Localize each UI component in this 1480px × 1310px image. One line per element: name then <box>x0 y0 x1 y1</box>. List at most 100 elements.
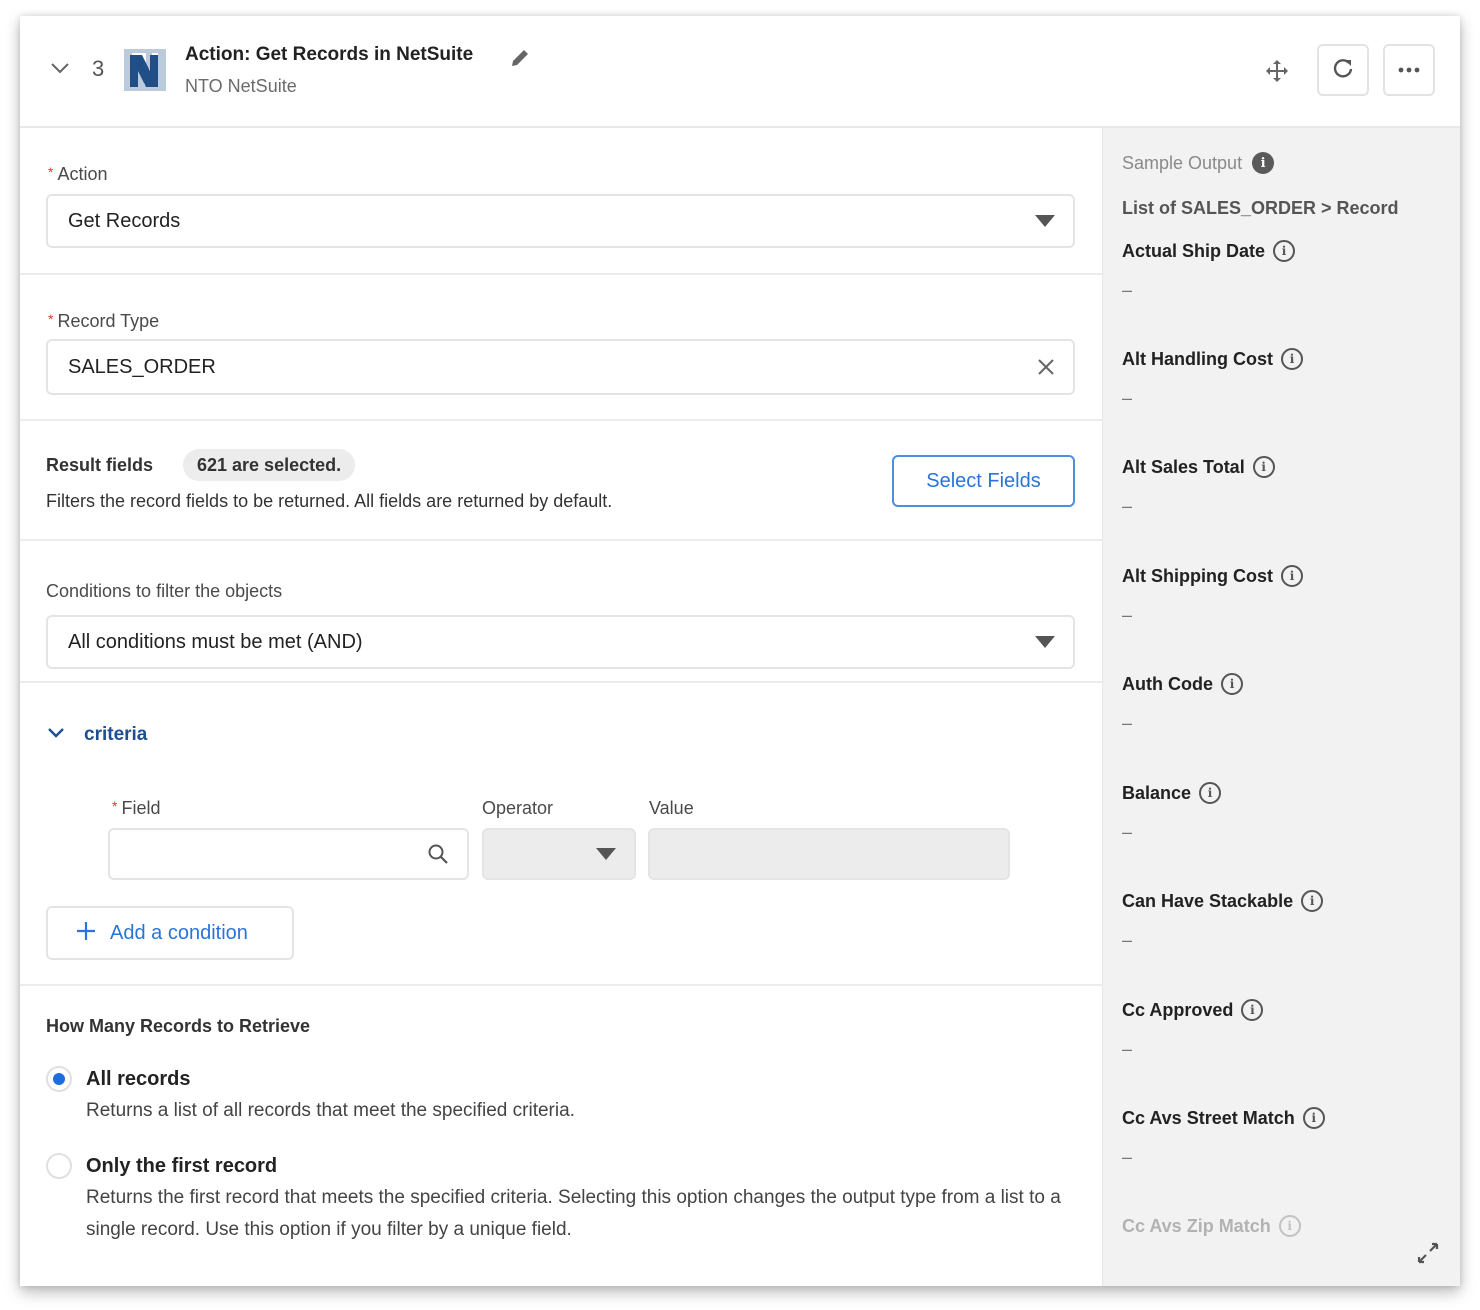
radio-description: Returns a list of all records that meet … <box>86 1100 575 1121</box>
output-field: Cc Avs Zip Match i <box>1122 1215 1442 1237</box>
output-field-value: – <box>1122 496 1133 516</box>
action-label-text: Action <box>57 164 108 184</box>
output-field-value: – <box>1122 605 1133 625</box>
output-field: Alt Shipping Cost i – <box>1122 565 1442 626</box>
radio-first-record[interactable] <box>46 1153 72 1179</box>
output-field-value: – <box>1122 1147 1133 1167</box>
radio-label: All records <box>86 1068 191 1090</box>
add-condition-button[interactable]: Add a condition <box>46 906 294 960</box>
action-select[interactable]: Get Records <box>46 194 1075 248</box>
step-number: 3 <box>92 56 105 81</box>
output-field-name: Cc Avs Street Match <box>1122 1107 1295 1128</box>
action-label: * Action <box>48 164 107 185</box>
config-form: * Action Get Records * Record Type SALES_O… <box>20 128 1102 1286</box>
pencil-icon[interactable] <box>508 46 532 70</box>
more-options-button[interactable] <box>1383 44 1435 96</box>
divider <box>20 984 1102 986</box>
info-icon[interactable]: i <box>1281 348 1303 370</box>
output-field-value: – <box>1122 280 1133 300</box>
output-field: Alt Handling Cost i – <box>1122 348 1442 409</box>
output-field-name: Alt Sales Total <box>1122 456 1245 477</box>
selected-count-badge: 621 are selected. <box>183 449 356 481</box>
result-fields-title: Result fields <box>46 455 154 475</box>
expand-icon[interactable] <box>1415 1240 1441 1266</box>
sample-output-panel: Sample Output i List of SALES_ORDER > Re… <box>1102 128 1460 1286</box>
result-fields-description: Filters the record fields to be returned… <box>46 491 613 511</box>
output-field-value: – <box>1122 1039 1133 1059</box>
required-marker: * <box>48 164 54 180</box>
output-field-name: Auth Code <box>1122 673 1213 694</box>
radio-option-first-record[interactable]: Only the first record Returns the first … <box>46 1153 1066 1246</box>
criteria-label: criteria <box>84 724 148 745</box>
clear-icon[interactable] <box>1037 358 1055 376</box>
radio-option-all-records[interactable]: All records Returns a list of all record… <box>46 1066 1066 1127</box>
field-search-input[interactable] <box>108 828 469 880</box>
info-icon[interactable]: i <box>1301 890 1324 912</box>
output-field-name: Cc Avs Zip Match <box>1122 1215 1271 1236</box>
radio-description: Returns the first record that meets the … <box>86 1187 1061 1240</box>
output-field: Auth Code i – <box>1122 673 1442 734</box>
output-field-name: Balance <box>1122 782 1192 803</box>
dropdown-caret-icon <box>1035 215 1055 227</box>
info-icon[interactable]: i <box>1220 673 1243 695</box>
output-field: Cc Approved i – <box>1122 999 1442 1060</box>
refresh-button[interactable] <box>1317 44 1369 96</box>
chevron-down-icon[interactable] <box>48 56 72 80</box>
step-header: 3 Action: Get Records in NetSuite NTO Ne… <box>20 16 1460 128</box>
field-label: * Field <box>112 798 160 819</box>
output-field-value: – <box>1122 388 1133 408</box>
add-condition-label: Add a condition <box>110 921 248 944</box>
operator-select[interactable] <box>482 828 636 880</box>
action-step-card: 3 Action: Get Records in NetSuite NTO Ne… <box>20 16 1460 1286</box>
output-field: Balance i – <box>1122 782 1442 843</box>
info-icon[interactable]: i <box>1199 782 1222 804</box>
netsuite-logo <box>124 49 166 91</box>
field-label-text: Field <box>121 798 161 818</box>
output-field: Can Have Stackable i – <box>1122 890 1442 951</box>
radio-all-records[interactable] <box>46 1066 72 1092</box>
info-icon[interactable]: i <box>1280 565 1303 587</box>
dropdown-caret-icon <box>596 848 616 860</box>
info-icon[interactable]: i <box>1273 240 1296 262</box>
how-many-title: How Many Records to Retrieve <box>46 1016 311 1036</box>
sample-output-title: Sample Output i <box>1122 152 1275 174</box>
info-icon[interactable]: i <box>1278 1215 1301 1237</box>
conditions-select[interactable]: All conditions must be met (AND) <box>46 615 1075 669</box>
step-title: Action: Get Records in NetSuite <box>185 44 474 65</box>
dropdown-caret-icon <box>1035 636 1055 648</box>
value-input[interactable] <box>648 828 1010 880</box>
conditions-label: Conditions to filter the objects <box>46 581 283 601</box>
conditions-select-value: All conditions must be met (AND) <box>68 630 363 653</box>
output-field-value: – <box>1122 822 1133 842</box>
value-label: Value <box>649 798 694 818</box>
action-select-value: Get Records <box>68 209 181 232</box>
output-field-name: Alt Handling Cost <box>1122 348 1273 369</box>
output-field-name: Actual Ship Date <box>1122 240 1266 261</box>
move-icon[interactable] <box>1264 58 1290 84</box>
action-section: * Action Get Records <box>20 128 1102 275</box>
required-marker: * <box>112 798 118 814</box>
record-type-input[interactable]: SALES_ORDER <box>46 339 1075 395</box>
info-filled-icon[interactable]: i <box>1252 152 1275 174</box>
output-field-value: – <box>1122 930 1133 950</box>
more-icon <box>1397 61 1421 79</box>
output-field: Actual Ship Date i – <box>1122 240 1442 301</box>
record-type-value: SALES_ORDER <box>68 355 216 378</box>
output-field-name: Alt Shipping Cost <box>1122 565 1273 586</box>
select-fields-button[interactable]: Select Fields <box>892 455 1075 507</box>
output-field: Cc Avs Street Match i – <box>1122 1107 1442 1168</box>
required-marker: * <box>48 311 54 327</box>
output-field-value: – <box>1122 713 1133 733</box>
criteria-toggle[interactable]: criteria <box>46 724 147 746</box>
conditions-section: Conditions to filter the objects All con… <box>20 541 1102 683</box>
info-icon[interactable]: i <box>1241 999 1264 1021</box>
record-type-section: * Record Type SALES_ORDER <box>20 275 1102 421</box>
info-icon[interactable]: i <box>1252 456 1275 478</box>
sample-output-title-text: Sample Output <box>1122 152 1243 173</box>
info-icon[interactable]: i <box>1302 1107 1325 1129</box>
output-field-name: Can Have Stackable <box>1122 890 1294 911</box>
record-type-label-text: Record Type <box>57 311 160 331</box>
chevron-down-icon <box>46 726 66 745</box>
plus-icon <box>76 921 96 946</box>
record-type-label: * Record Type <box>48 311 159 332</box>
